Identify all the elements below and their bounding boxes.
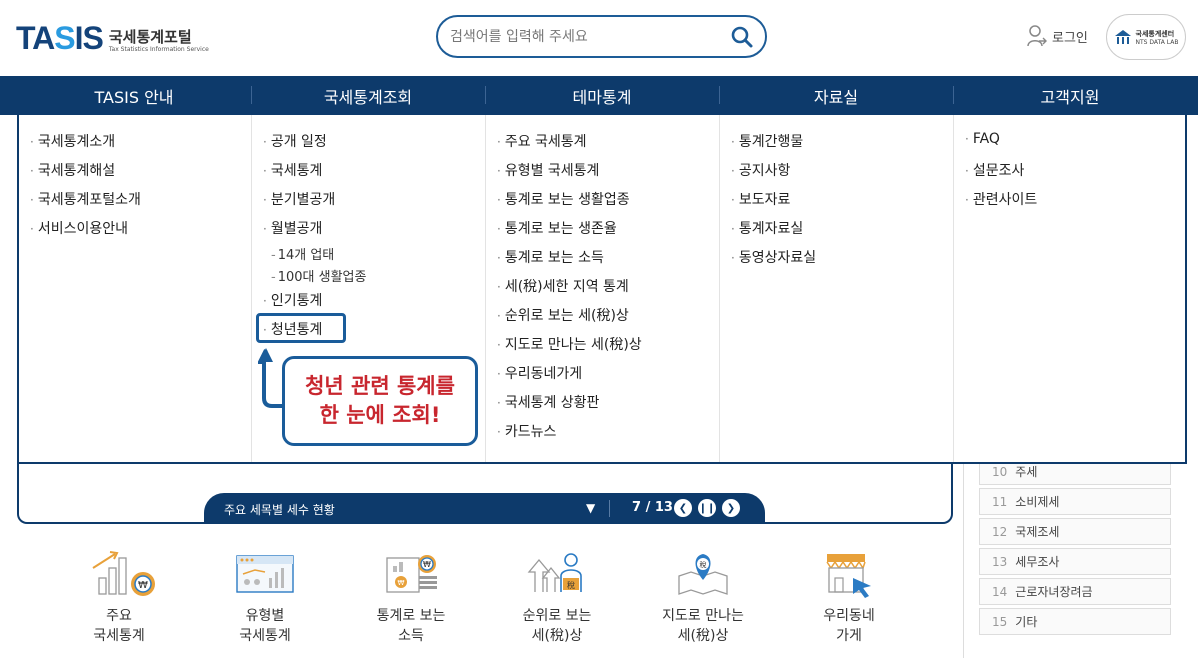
logo-korean-name: 국세통계포털 — [108, 28, 192, 46]
menu-item-card-news[interactable]: · 카드뉴스 — [497, 421, 556, 441]
menu-item-dashboard[interactable]: · 국세통계 상황판 — [497, 392, 599, 412]
menu-item-service-guide[interactable]: · 서비스이용안내 — [30, 218, 128, 238]
banner-control-bar: 주요 세목별 세수 현황 ▼ 7 / 13 ❮ ❙❙ ❯ — [204, 493, 765, 524]
menu-item-notices[interactable]: · 공지사항 — [731, 160, 790, 180]
svg-text:₩: ₩ — [423, 560, 431, 569]
dropdown-caret-icon[interactable]: ▼ — [586, 501, 595, 515]
login-icon — [1027, 25, 1047, 47]
tab-tasis-guide[interactable]: TASIS 안내 — [17, 76, 251, 115]
list-item[interactable]: 13 세무조사 — [979, 548, 1171, 575]
dashboard-chart-icon — [236, 555, 294, 593]
quick-link-type-stats[interactable]: 유형별 국세통계 — [205, 548, 325, 646]
menu-item-release-schedule[interactable]: · 공개 일정 — [263, 131, 327, 151]
menu-item-type-stats[interactable]: · 유형별 국세통계 — [497, 160, 599, 180]
tasis-logo[interactable]: TASIS 국세통계포털 Tax Statistics Information … — [16, 22, 209, 54]
svg-text:稅: 稅 — [700, 560, 707, 569]
menu-item-popular[interactable]: · 인기통계 — [263, 290, 322, 310]
menu-item-portal-intro[interactable]: · 국세통계포털소개 — [30, 189, 141, 209]
logo-english-name: Tax Statistics Information Service — [108, 46, 209, 53]
tab-library[interactable]: 자료실 — [719, 76, 953, 115]
ranking-tax-icon: 稅 — [527, 553, 582, 592]
income-report-icon: ₩ ₩ — [386, 555, 437, 593]
search-button[interactable] — [729, 24, 755, 50]
svg-text:稅: 稅 — [567, 580, 575, 590]
main-nav: TASIS 안내 국세통계조회 테마통계 자료실 고객지원 — [0, 76, 1198, 115]
menu-item-survival-rate[interactable]: · 통계로 보는 생존율 — [497, 218, 617, 238]
menu-item-life-business[interactable]: · 통계로 보는 생활업종 — [497, 189, 630, 209]
menu-item-local-store[interactable]: · 우리동네가게 — [497, 363, 582, 383]
search-input[interactable] — [450, 26, 720, 48]
next-icon[interactable]: ❯ — [722, 499, 740, 517]
menu-item-intro[interactable]: · 국세통계소개 — [30, 131, 115, 151]
list-item[interactable]: 11 소비제세 — [979, 488, 1171, 515]
tab-tax-statistics[interactable]: 국세통계조회 — [251, 76, 485, 115]
quick-link-ranking[interactable]: 稅 순위로 보는 세(稅)상 — [497, 548, 617, 646]
search-icon — [731, 26, 753, 48]
login-label: 로그인 — [1052, 30, 1088, 46]
menu-item-map[interactable]: · 지도로 만나는 세(稅)상 — [497, 334, 642, 354]
bar-chart-won-icon: ₩ — [92, 551, 155, 596]
submenu-item-100-businesses[interactable]: -100대 생활업종 — [271, 266, 366, 285]
map-tax-icon: 稅 — [678, 554, 728, 595]
menu-item-press[interactable]: · 보도자료 — [731, 189, 790, 209]
menu-item-video[interactable]: · 동영상자료실 — [731, 247, 816, 267]
prev-icon[interactable]: ❮ — [674, 499, 692, 517]
menu-item-ranking[interactable]: · 순위로 보는 세(稅)상 — [497, 305, 629, 325]
nts-korean: 국세통계센터 — [1135, 29, 1175, 38]
menu-item-main-stats[interactable]: · 주요 국세통계 — [497, 131, 587, 151]
tab-customer-support[interactable]: 고객지원 — [953, 76, 1187, 115]
submenu-item-14-sectors[interactable]: -14개 업태 — [271, 244, 334, 263]
youth-stats-highlight — [256, 313, 346, 343]
list-item[interactable]: 12 국제조세 — [979, 518, 1171, 545]
menu-item-related-sites[interactable]: · 관련사이트 — [965, 189, 1037, 209]
login-link[interactable]: 로그인 — [1026, 24, 1088, 48]
nts-data-lab-link[interactable]: 국세통계센터 NTS DATA LAB — [1106, 14, 1186, 60]
list-item[interactable]: 14 근로자녀장려금 — [979, 578, 1171, 605]
menu-item-commentary[interactable]: · 국세통계해설 — [30, 160, 115, 180]
menu-item-income[interactable]: · 통계로 보는 소득 — [497, 247, 604, 267]
quick-link-income[interactable]: ₩ ₩ 통계로 보는 소득 — [351, 548, 471, 646]
menu-item-survey[interactable]: · 설문조사 — [965, 160, 1024, 180]
menu-item-monthly[interactable]: · 월별공개 — [263, 218, 322, 238]
pause-icon[interactable]: ❙❙ — [698, 499, 716, 517]
banner-page-indicator: 7 / 13 — [632, 500, 673, 515]
banner-title: 주요 세목별 세수 현황 — [224, 503, 335, 517]
youth-stats-callout: 청년 관련 통계를 한 눈에 조회! — [282, 356, 478, 446]
menu-item-publications[interactable]: · 통계간행물 — [731, 131, 803, 151]
list-item[interactable]: 15 기타 — [979, 608, 1171, 635]
quick-link-local-store[interactable]: 우리동네 가게 — [789, 548, 909, 646]
search-box — [436, 15, 767, 58]
menu-item-regional[interactable]: · 세(稅)세한 지역 통계 — [497, 276, 629, 296]
store-cursor-icon — [826, 554, 871, 598]
svg-text:₩: ₩ — [398, 579, 405, 587]
logo-wordmark: TASIS — [16, 20, 104, 56]
svg-text:₩: ₩ — [138, 580, 148, 591]
tax-category-list: 10 주세 11 소비제세 12 국제조세 13 세무조사 14 근로자녀장려금 15 기타 — [963, 458, 1198, 658]
tab-theme-statistics[interactable]: 테마통계 — [485, 76, 719, 115]
menu-item-tax-stats[interactable]: · 국세통계 — [263, 160, 322, 180]
building-icon — [1114, 30, 1131, 44]
menu-item-quarterly[interactable]: · 분기별공개 — [263, 189, 335, 209]
nts-english: NTS DATA LAB — [1135, 38, 1179, 46]
menu-item-faq[interactable]: · FAQ — [965, 131, 1000, 147]
quick-link-main-stats[interactable]: ₩ 주요 국세통계 — [59, 548, 179, 646]
menu-item-data-room[interactable]: · 통계자료실 — [731, 218, 803, 238]
quick-link-map[interactable]: 稅 지도로 만나는 세(稅)상 — [643, 548, 763, 646]
